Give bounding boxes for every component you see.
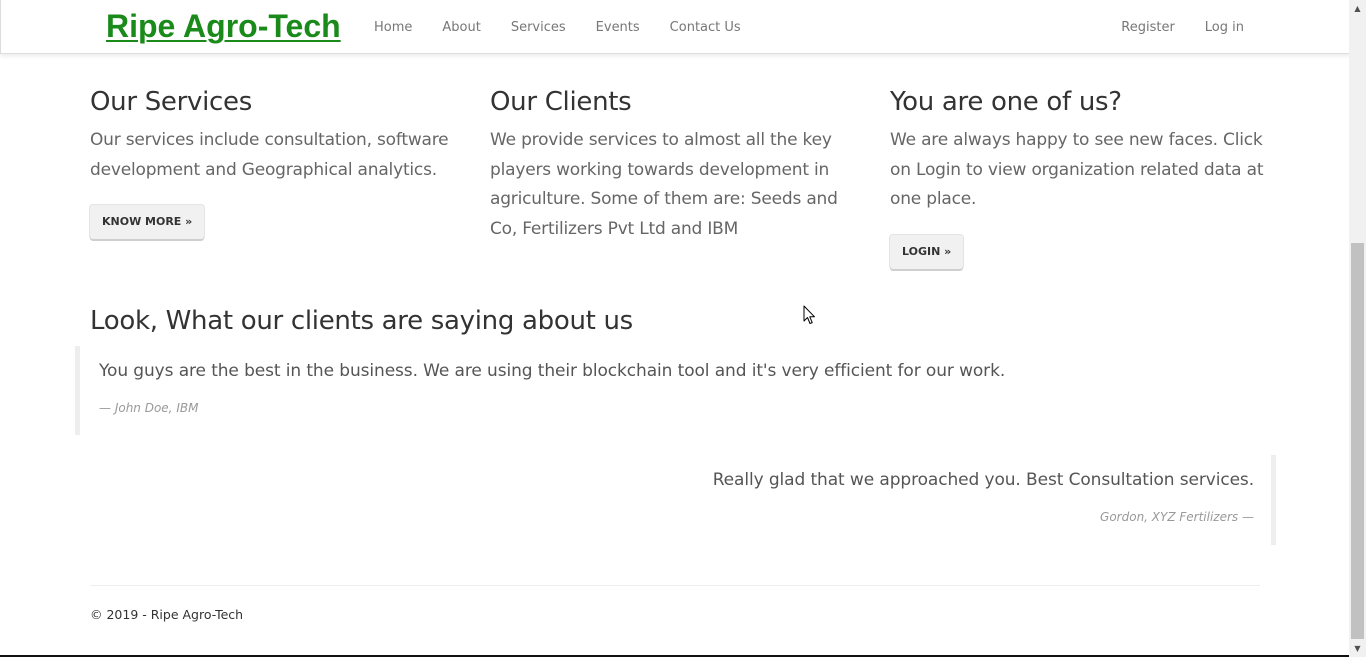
testimonial-quote: You guys are the best in the business. W… [75,346,1265,435]
services-title: Our Services [90,87,252,117]
triangle-down-icon[interactable]: ▼ [1349,640,1366,657]
join-title: You are one of us? [890,87,1122,117]
nav-link-services[interactable]: Services [496,20,581,35]
page-scrollbar[interactable]: ▲ ▼ [1349,0,1366,657]
clients-column: Our Clients We provide services to almos… [490,86,865,244]
nav-link-events[interactable]: Events [581,20,655,35]
triangle-up-icon[interactable]: ▲ [1349,0,1366,17]
footer-divider [90,585,1260,586]
clients-title: Our Clients [490,87,632,117]
testimonial-text: You guys are the best in the business. W… [99,361,1006,381]
testimonial-text: Really glad that we approached you. Best… [712,470,1254,490]
nav-link-register[interactable]: Register [1106,20,1190,35]
testimonial-author: Gordon, XYZ Fertilizers — [1100,510,1254,524]
brand-logo[interactable]: Ripe Agro-Tech [106,8,341,44]
nav-link-home[interactable]: Home [359,20,427,35]
mouse-pointer-icon [803,305,815,324]
nav-account-links: Register Log in [1106,0,1259,54]
navbar: Ripe Agro-Tech Home About Services Event… [0,0,1350,54]
services-column: Our Services Our services include consul… [90,86,465,239]
join-text: We are always happy to see new faces. Cl… [890,130,1264,209]
testimonial-author: — John Doe, IBM [99,401,199,415]
clients-text: We provide services to almost all the ke… [490,130,838,239]
nav-link-about[interactable]: About [427,20,495,35]
scrollbar-thumb[interactable] [1351,243,1364,639]
know-more-button[interactable]: KNOW MORE » [90,205,205,239]
login-button[interactable]: LOGIN » [890,234,964,269]
nav-links: Home About Services Events Contact Us [359,0,756,54]
join-column: You are one of us? We are always happy t… [890,86,1265,269]
nav-link-login[interactable]: Log in [1190,20,1259,35]
services-text: Our services include consultation, softw… [90,130,449,180]
testimonial-quote: Really glad that we approached you. Best… [90,455,1276,545]
testimonials-heading: Look, What our clients are saying about … [90,306,633,336]
footer-copyright: © 2019 - Ripe Agro-Tech [90,607,244,622]
nav-link-contact-us[interactable]: Contact Us [655,20,756,35]
